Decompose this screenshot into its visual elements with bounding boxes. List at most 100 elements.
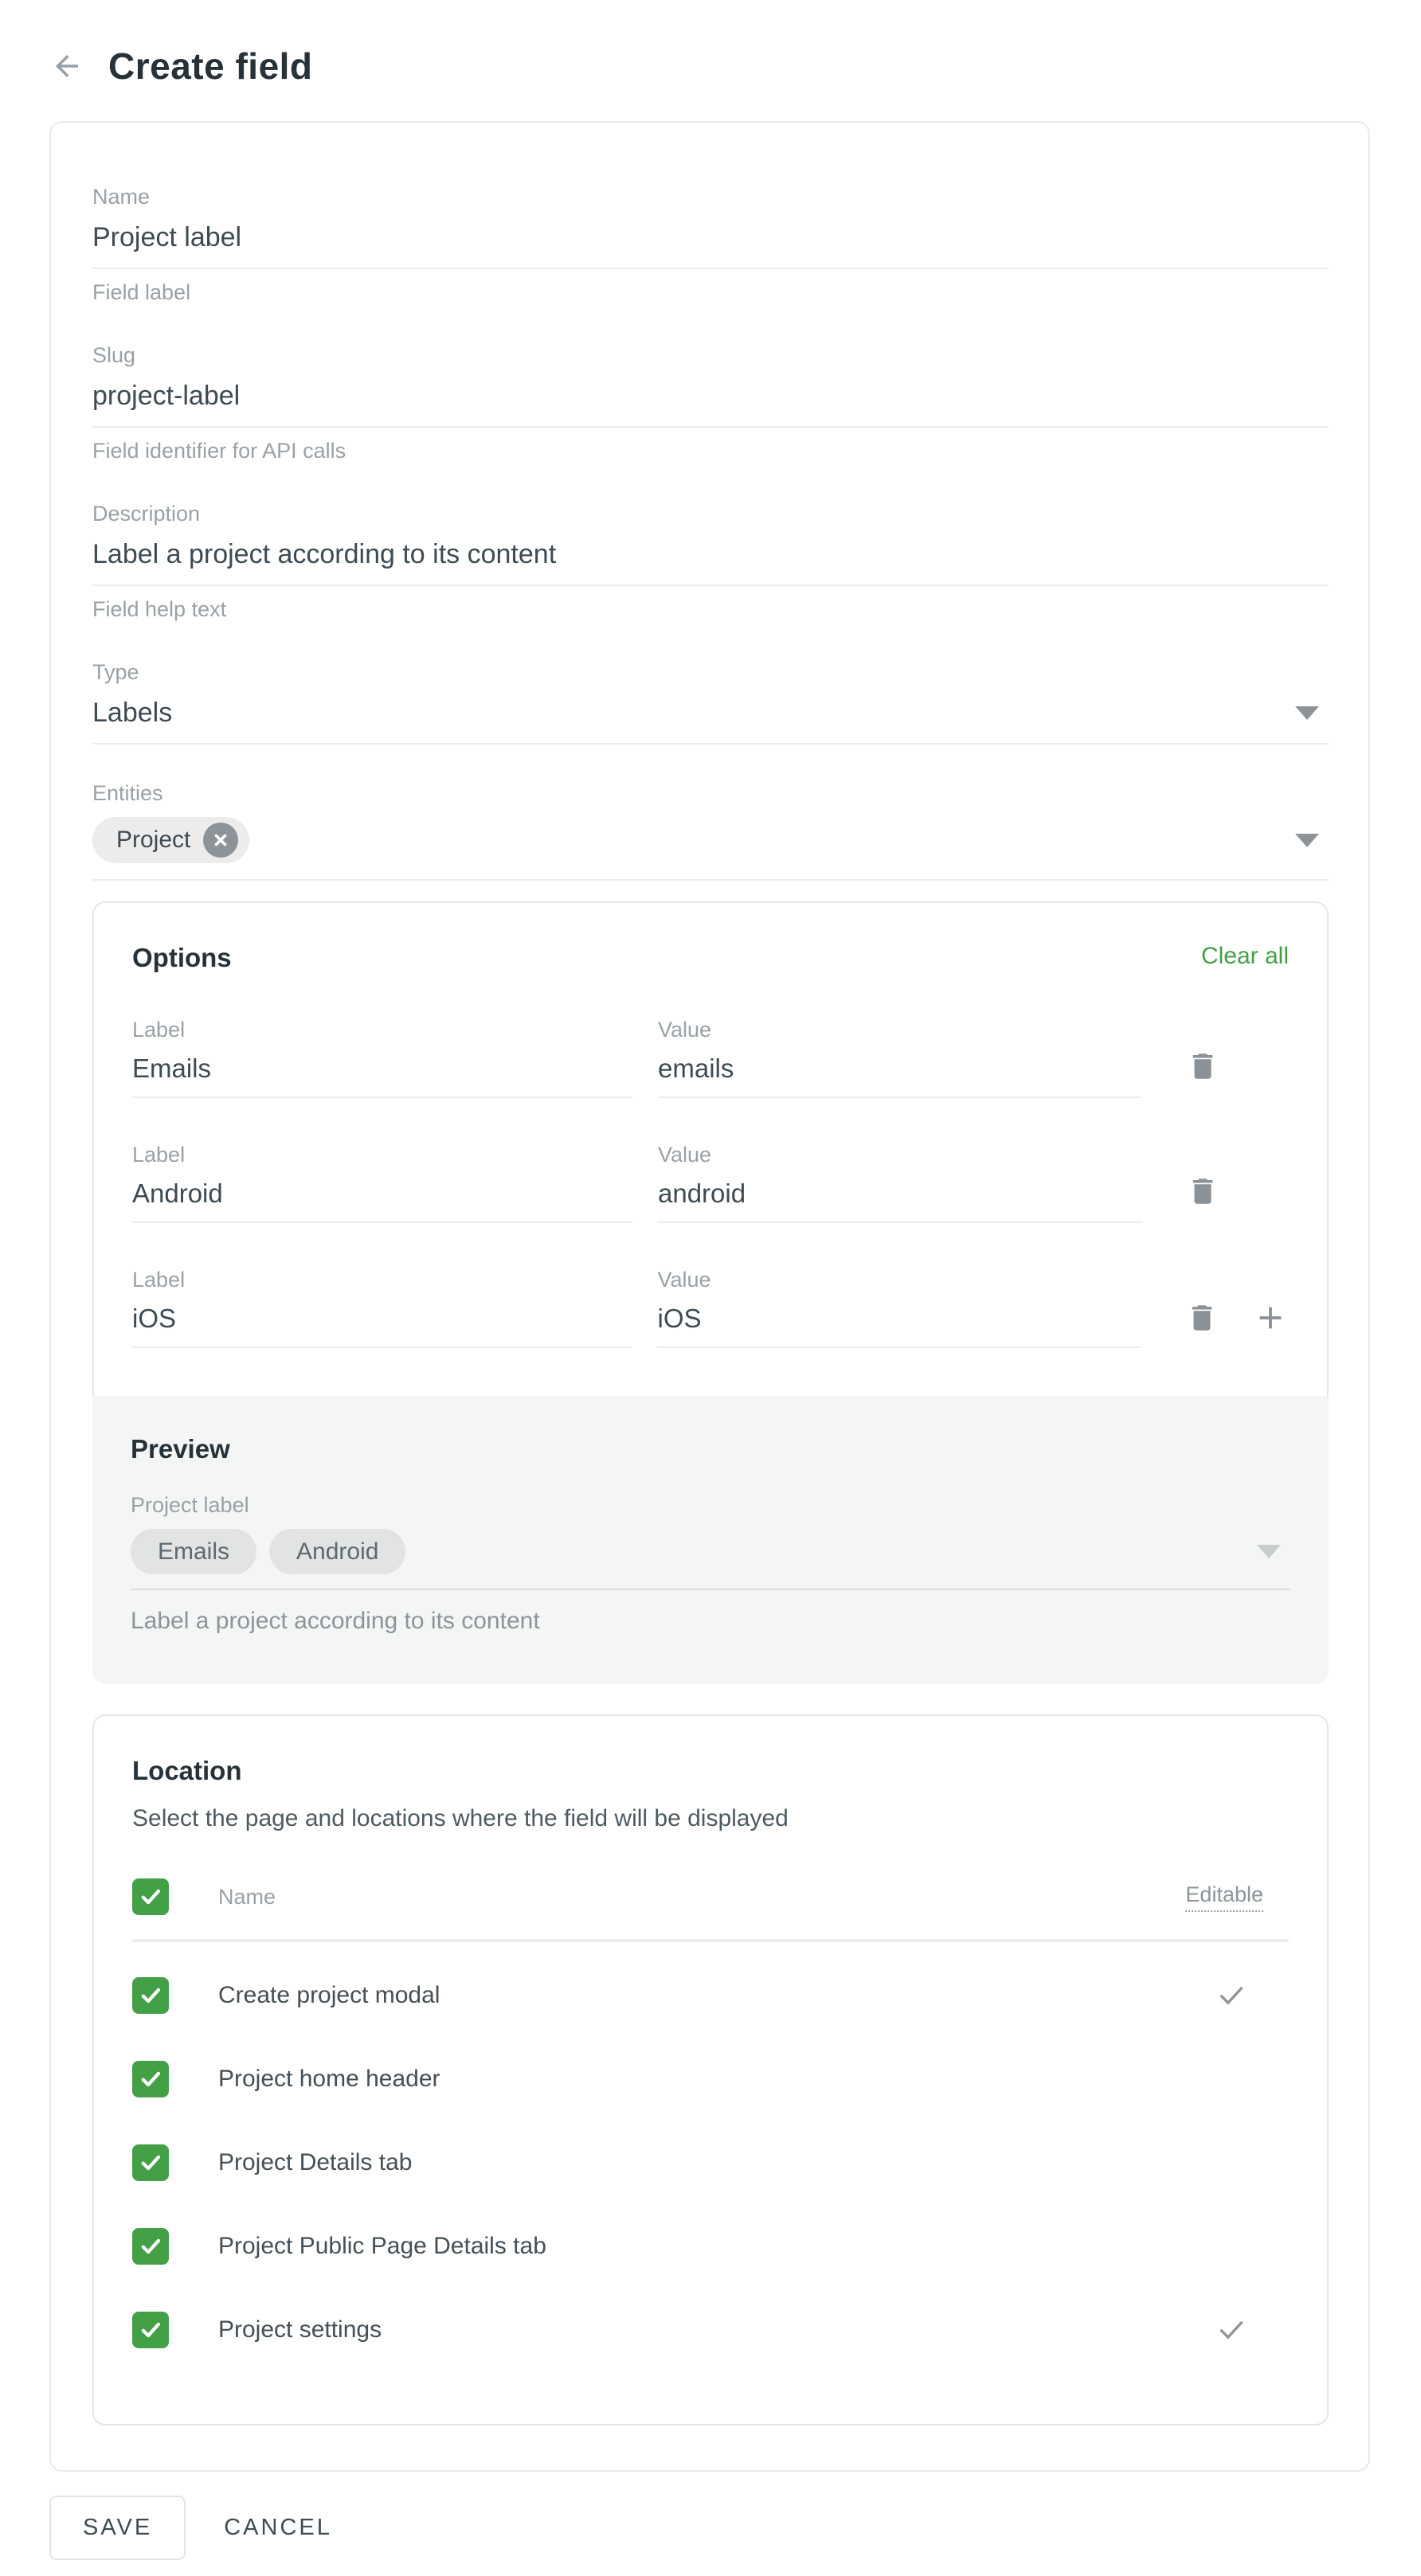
clear-all-link[interactable]: Clear all bbox=[1201, 943, 1289, 970]
slug-field-label: Slug bbox=[92, 343, 1329, 368]
location-row-name: Create project modal bbox=[218, 1982, 440, 2009]
option-value-caption: Value bbox=[658, 1018, 1141, 1042]
name-field: Name Project label Field label bbox=[92, 185, 1329, 305]
description-input[interactable]: Label a project according to its content bbox=[92, 539, 1329, 586]
location-row: Project Public Page Details tab bbox=[132, 2204, 1289, 2288]
chevron-down-icon bbox=[1295, 834, 1319, 847]
checkmark-icon bbox=[137, 2233, 164, 2260]
option-value-input[interactable]: emails bbox=[658, 1053, 1141, 1098]
location-section: Location Select the page and locations w… bbox=[92, 1714, 1329, 2426]
slug-input[interactable]: project-label bbox=[92, 381, 1329, 428]
options-section: Options Clear all Label Emails Value ema… bbox=[92, 901, 1329, 1396]
table-header-divider bbox=[132, 1939, 1289, 1942]
option-value-caption: Value bbox=[657, 1268, 1141, 1292]
option-label-input[interactable]: Emails bbox=[132, 1053, 632, 1098]
name-field-helper: Field label bbox=[92, 280, 1329, 305]
trash-icon bbox=[1186, 1050, 1219, 1083]
options-heading: Options bbox=[132, 943, 232, 973]
add-option-button[interactable] bbox=[1252, 1300, 1289, 1336]
chevron-down-icon bbox=[1295, 706, 1319, 720]
option-label-caption: Label bbox=[132, 1143, 632, 1167]
delete-option-button[interactable] bbox=[1185, 1301, 1219, 1335]
option-row: Label Android Value android bbox=[132, 1143, 1289, 1223]
editable-indicator bbox=[1215, 1980, 1247, 2011]
location-checkbox[interactable] bbox=[132, 2312, 169, 2348]
option-label-caption: Label bbox=[132, 1018, 632, 1042]
check-icon bbox=[1215, 2314, 1247, 2346]
name-field-label: Name bbox=[92, 185, 1329, 209]
preview-heading: Preview bbox=[131, 1434, 1290, 1464]
preview-helper-text: Label a project according to its content bbox=[131, 1608, 1290, 1635]
name-input[interactable]: Project label bbox=[92, 222, 1329, 269]
create-field-form-card: Name Project label Field label Slug proj… bbox=[49, 121, 1370, 2472]
editable-indicator bbox=[1215, 2314, 1247, 2346]
trash-icon bbox=[1185, 1301, 1219, 1335]
option-label-caption: Label bbox=[132, 1268, 632, 1292]
back-button[interactable] bbox=[49, 49, 84, 84]
option-label-input[interactable]: iOS bbox=[132, 1304, 632, 1348]
location-row: Project home header bbox=[132, 2037, 1289, 2121]
location-row-name: Project settings bbox=[218, 2316, 382, 2343]
preview-chip: Emails bbox=[131, 1529, 256, 1574]
option-value-caption: Value bbox=[658, 1143, 1141, 1167]
preview-select[interactable]: Emails Android bbox=[131, 1529, 1290, 1590]
type-field-label: Type bbox=[92, 660, 1329, 685]
location-subtitle: Select the page and locations where the … bbox=[132, 1805, 1289, 1832]
cancel-button[interactable]: CANCEL bbox=[216, 2497, 340, 2558]
option-row: Label iOS Value iOS bbox=[132, 1268, 1289, 1348]
checkmark-icon bbox=[137, 2066, 164, 2093]
remove-entity-button[interactable] bbox=[203, 823, 238, 858]
arrow-left-icon bbox=[50, 49, 84, 83]
slug-field: Slug project-label Field identifier for … bbox=[92, 343, 1329, 463]
location-row-name: Project home header bbox=[218, 2066, 440, 2093]
preview-section: Preview Project label Emails Android Lab… bbox=[92, 1396, 1329, 1684]
entities-field-label: Entities bbox=[92, 781, 1329, 806]
option-value-input[interactable]: iOS bbox=[657, 1304, 1141, 1348]
location-row: Project Details tab bbox=[132, 2121, 1289, 2204]
location-row: Create project modal bbox=[132, 1953, 1289, 2037]
close-icon bbox=[212, 831, 229, 849]
description-field: Description Label a project according to… bbox=[92, 502, 1329, 622]
option-value-input[interactable]: android bbox=[658, 1179, 1141, 1223]
location-row: Project settings bbox=[132, 2288, 1289, 2371]
entities-select[interactable]: Project bbox=[92, 817, 1329, 881]
type-select-value: Labels bbox=[92, 698, 172, 729]
save-button[interactable]: SAVE bbox=[49, 2496, 186, 2560]
location-row-name: Project Public Page Details tab bbox=[218, 2233, 546, 2260]
page-title: Create field bbox=[108, 45, 313, 88]
type-field: Type Labels bbox=[92, 660, 1329, 745]
description-field-helper: Field help text bbox=[92, 597, 1329, 622]
option-row: Label Emails Value emails bbox=[132, 1018, 1289, 1098]
checkmark-icon bbox=[137, 2316, 164, 2343]
preview-field-label: Project label bbox=[131, 1493, 1290, 1518]
chevron-down-icon bbox=[1257, 1545, 1281, 1558]
entity-chip-project: Project bbox=[92, 817, 249, 863]
location-checkbox[interactable] bbox=[132, 2061, 169, 2097]
slug-field-helper: Field identifier for API calls bbox=[92, 439, 1329, 463]
checkmark-icon bbox=[137, 2149, 164, 2176]
description-field-label: Description bbox=[92, 502, 1329, 526]
delete-option-button[interactable] bbox=[1186, 1050, 1219, 1083]
location-checkbox[interactable] bbox=[132, 2228, 169, 2265]
page-header: Create field bbox=[0, 0, 1421, 88]
entity-chip-label: Project bbox=[116, 827, 190, 854]
checkmark-icon bbox=[137, 1982, 164, 2009]
delete-option-button[interactable] bbox=[1186, 1175, 1219, 1208]
location-row-name: Project Details tab bbox=[218, 2149, 412, 2176]
checkmark-icon bbox=[137, 1883, 164, 1910]
type-select[interactable]: Labels bbox=[92, 698, 1329, 745]
entities-field: Entities Project bbox=[92, 781, 1329, 881]
option-label-input[interactable]: Android bbox=[132, 1179, 632, 1223]
trash-icon bbox=[1186, 1175, 1219, 1208]
editable-column-header[interactable]: Editable bbox=[1185, 1882, 1263, 1912]
plus-icon bbox=[1252, 1300, 1289, 1336]
select-all-checkbox[interactable] bbox=[132, 1878, 169, 1915]
preview-chip: Android bbox=[269, 1529, 405, 1574]
location-checkbox[interactable] bbox=[132, 1977, 169, 2014]
name-column-header: Name bbox=[218, 1885, 276, 1910]
location-heading: Location bbox=[132, 1756, 1289, 1786]
check-icon bbox=[1215, 1980, 1247, 2011]
form-actions: SAVE CANCEL bbox=[49, 2496, 1421, 2560]
create-field-page: Create field Name Project label Field la… bbox=[0, 0, 1421, 2576]
location-checkbox[interactable] bbox=[132, 2144, 169, 2181]
